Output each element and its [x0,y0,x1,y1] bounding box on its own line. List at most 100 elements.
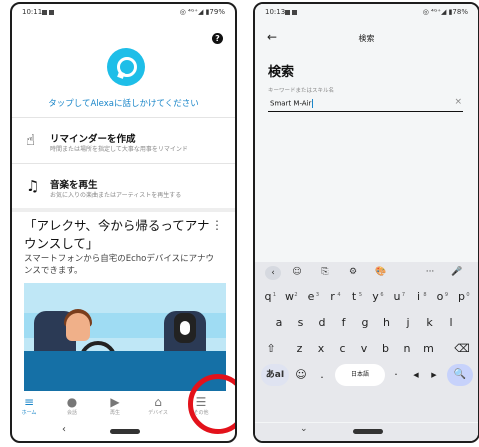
key-letter: i [416,290,421,303]
music-note-icon: ♫ [26,177,40,195]
driver [66,313,90,341]
key-2[interactable]: d [313,312,331,334]
more-options-icon[interactable]: ⋮ [211,218,223,232]
key-number-hint: 7 [401,292,405,298]
cursor-left-key[interactable]: ◀ [407,364,425,386]
home-gesture-pill[interactable] [353,429,383,434]
home-gesture-pill[interactable] [110,429,140,434]
key-7[interactable]: i8 [410,286,428,308]
key-letter: q [264,290,272,303]
emoji-key[interactable]: ☺ [292,364,310,386]
search-key[interactable]: 🔍 [447,364,473,386]
key-6[interactable]: n [398,338,416,360]
period-key[interactable]: . [313,364,331,386]
collapse-icon[interactable]: ‹ [265,266,281,280]
key-7[interactable]: m [420,338,438,360]
key-7[interactable]: k [421,312,439,334]
key-2[interactable]: x [312,338,330,360]
key-6[interactable]: u7 [388,286,406,308]
promo-description: スマートフォンから自宅のEchoデバイスにアナウンスできます。 [24,254,214,276]
key-5[interactable]: h [378,312,396,334]
key-9[interactable]: p0 [453,286,471,308]
shift-key[interactable]: ⇧ [260,338,282,360]
reminder-card[interactable]: ☝ リマインダーを作成 時間または場所を指定して大事な用事をリマインド [12,121,235,161]
promo-title: 「アレクサ、今から帰るってアナウンスして」 [24,218,210,251]
nav-devices[interactable]: ⌂ デバイス [143,395,173,416]
keyboard-row-2: asdfghjkl [255,312,478,338]
nav-communicate-label: 会話 [66,410,77,416]
alexa-home-phone: 10:11 ◎ ⁴ᴳ⁺◢ ▮79% ? タップしてAlexaに話しかけてください… [10,2,237,443]
help-button[interactable]: ? [212,33,223,44]
promo-illustration[interactable] [24,283,226,391]
home-icon: ≡ [23,395,35,409]
notification-icons [42,9,56,15]
music-subtitle: お気に入りの楽曲またはアーティストを再生する [50,192,182,199]
clipboard-icon[interactable]: ⎘ [317,267,333,277]
search-field-label: キーワードまたはスキル名 [268,88,335,94]
key-3[interactable]: c [334,338,352,360]
clear-icon[interactable]: × [454,97,462,107]
key-0[interactable]: q1 [259,286,277,308]
nav-home-label: ホーム [21,410,37,416]
back-icon[interactable]: ‹ [62,424,66,435]
key-letter: r [330,290,335,303]
keyboard-row-3: ⇧ z x c v b n m ⌫ [255,338,478,364]
language-key[interactable]: あaI [261,364,289,386]
key-3[interactable]: f [335,312,353,334]
cursor-right-key[interactable]: ▶ [425,364,443,386]
key-letter: t [351,290,357,303]
key-5[interactable]: b [377,338,395,360]
key-letter: u [393,290,401,303]
palette-icon[interactable]: 🎨 [373,267,389,277]
search-input[interactable]: Smart M-Air [268,97,463,112]
nav-play-label: 再生 [109,410,120,416]
key-number-hint: 0 [466,292,470,298]
key-3[interactable]: r4 [324,286,342,308]
header-title: 検索 [358,34,375,43]
space-key[interactable]: 日本語 [335,364,385,386]
alexa-button[interactable] [107,48,145,86]
key-1[interactable]: w2 [281,286,299,308]
key-1[interactable]: s [292,312,310,334]
comma-key[interactable]: · [387,364,405,386]
key-letter: o [436,290,444,303]
key-1[interactable]: z [291,338,309,360]
key-4[interactable]: g [356,312,374,334]
tap-to-talk-text[interactable]: タップしてAlexaに話しかけてください [12,97,235,109]
nav-home[interactable]: ≡ ホーム [14,395,44,416]
settings-icon[interactable]: ⚙ [345,267,361,277]
music-card[interactable]: ♫ 音楽を再生 お気に入りの楽曲またはアーティストを再生する [12,167,235,207]
nav-communicate[interactable]: ● 会話 [57,395,87,416]
key-8[interactable]: o9 [431,286,449,308]
hide-keyboard-icon[interactable]: ⌄ [300,424,308,434]
sticker-icon[interactable]: ☺ [289,267,305,277]
mic-icon[interactable]: 🎤 [449,267,465,277]
reminder-title: リマインダーを作成 [50,134,136,145]
search-value-text: Smart M-Air [270,99,312,108]
key-0[interactable]: a [270,312,288,334]
key-letter: y [372,290,379,303]
more-icon[interactable]: ··· [422,267,438,277]
key-number-hint: 9 [444,292,448,298]
devices-icon: ⌂ [154,395,162,409]
text-caret [312,99,314,108]
key-letter: w [285,290,294,303]
key-4[interactable]: t5 [345,286,363,308]
key-8[interactable]: l [442,312,460,334]
keyboard-row-4: あaI ☺ . 日本語 · ◀ ▶ 🔍 [255,364,478,390]
backspace-key[interactable]: ⌫ [451,338,473,360]
nav-play[interactable]: ▶ 再生 [100,395,130,416]
status-time: 10:11 [22,8,43,16]
key-5[interactable]: y6 [367,286,385,308]
nav-devices-label: デバイス [148,410,168,416]
key-6[interactable]: j [399,312,417,334]
key-2[interactable]: e3 [302,286,320,308]
key-letter: e [307,290,315,303]
chat-icon: ● [66,395,78,409]
key-number-hint: 8 [423,292,427,298]
key-4[interactable]: v [355,338,373,360]
key-number-hint: 5 [358,292,362,298]
divider [12,163,235,164]
section-divider [12,208,235,212]
key-number-hint: 3 [315,292,319,298]
